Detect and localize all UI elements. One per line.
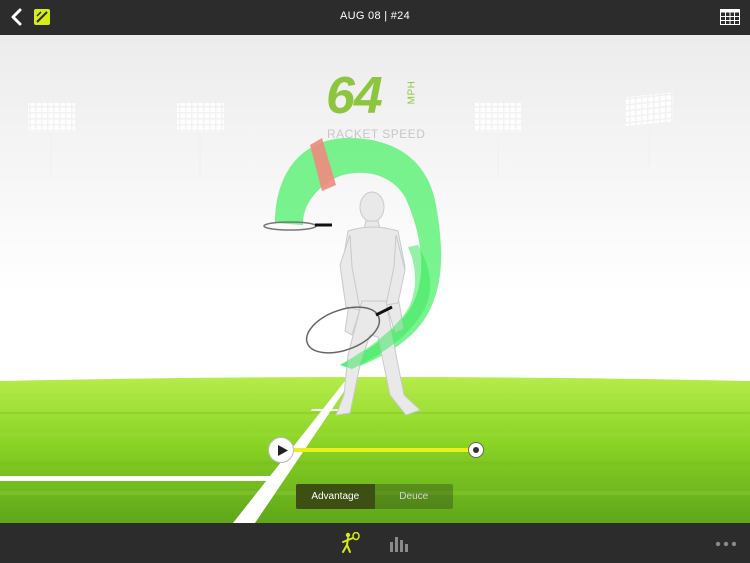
top-bar: AUG 08 | #24 <box>0 0 750 35</box>
advantage-button[interactable]: Advantage <box>296 484 375 509</box>
play-icon <box>278 445 288 456</box>
tennis-player-icon[interactable] <box>339 532 361 554</box>
speed-unit: MPH <box>406 80 418 105</box>
scrubber-handle[interactable] <box>468 442 484 458</box>
bottom-tab-bar <box>0 523 750 563</box>
court-side-toggle: Advantage Deuce <box>296 484 453 509</box>
grid-icon[interactable] <box>720 9 740 25</box>
playback-track[interactable] <box>294 448 471 452</box>
bar-chart-icon[interactable] <box>389 534 409 552</box>
more-dots-icon[interactable] <box>714 540 738 548</box>
page-title: AUG 08 | #24 <box>339 10 411 22</box>
play-button[interactable] <box>268 437 294 463</box>
deuce-button[interactable]: Deuce <box>375 484 454 509</box>
swing-visualization: 64 MPH RACKET SPEED Advantage Deuce <box>0 35 750 523</box>
speed-value: 64 <box>326 67 383 125</box>
metric-label: RACKET SPEED <box>327 127 426 141</box>
